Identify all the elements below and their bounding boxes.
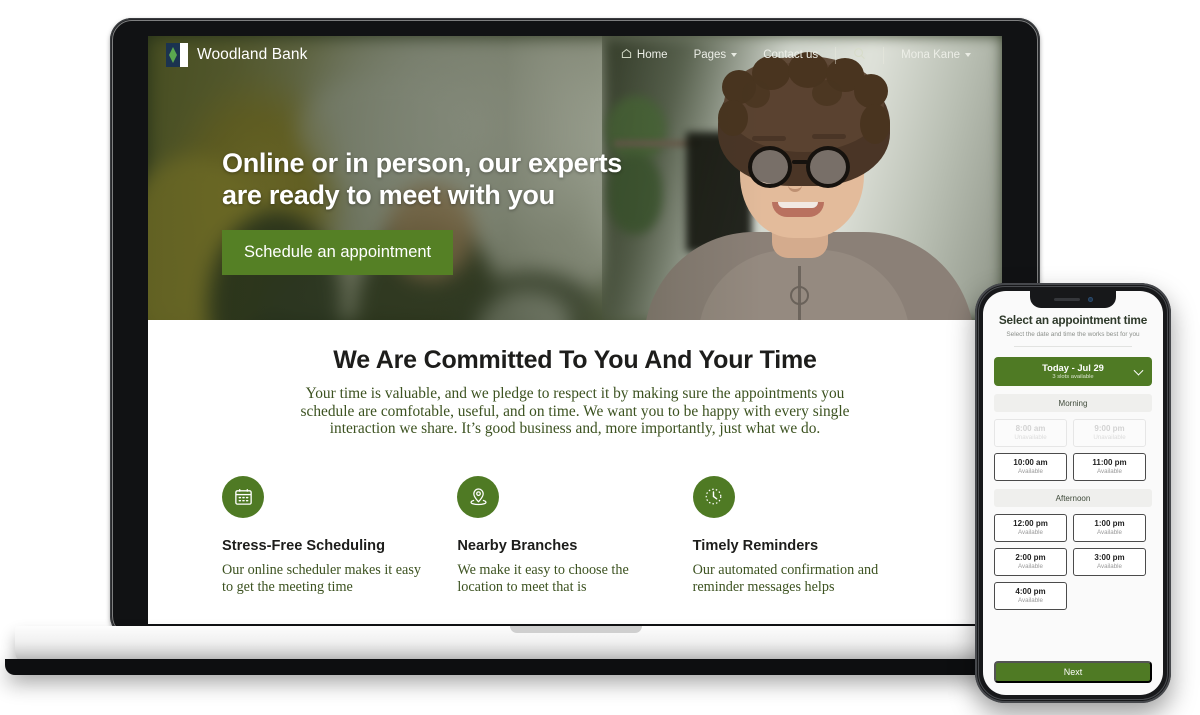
feature-card-reminders: Timely Reminders Our automated confirmat… (692, 475, 928, 597)
camera-icon (1087, 297, 1093, 302)
site-navbar: Woodland Bank Home Pages Contact us Mona… (148, 36, 1002, 74)
date-selector-label: Today - Jul 29 (1042, 362, 1104, 374)
hero-headline-line1: Online or in person, our experts (222, 148, 622, 178)
hero-content: Online or in person, our experts are rea… (222, 148, 622, 276)
search-button[interactable] (840, 47, 879, 63)
page-title: We Are Committed To You And Your Time (333, 346, 817, 374)
nav-item-pages[interactable]: Pages (681, 49, 751, 61)
section-header-afternoon: Afternoon (994, 489, 1152, 507)
slot-time: 8:00 am (1015, 423, 1046, 433)
slot-time: 10:00 am (1013, 457, 1048, 467)
nav-divider (835, 46, 837, 64)
home-icon (621, 48, 632, 62)
time-slot[interactable]: 1:00 pm Available (1073, 514, 1146, 542)
clock-icon (692, 475, 735, 518)
slot-status: Available (1018, 529, 1043, 537)
slot-grid-morning: 8:00 am Unavailable 9:00 pm Unavailable … (994, 419, 1152, 481)
slot-time: 3:00 pm (1094, 552, 1125, 562)
nav-item-contact-us[interactable]: Contact us (750, 49, 831, 61)
hero-headline-line2: are ready to meet with you (222, 179, 555, 210)
hero-headline: Online or in person, our experts are rea… (222, 148, 622, 211)
feature-title: Timely Reminders (692, 537, 819, 554)
feature-title: Stress-Free Scheduling (222, 537, 386, 554)
chevron-down-icon-date (1133, 365, 1144, 376)
time-slot[interactable]: 9:00 pm Unavailable (1073, 419, 1146, 447)
slot-status: Available (1097, 468, 1122, 476)
laptop-screen: Woodland Bank Home Pages Contact us Mona… (148, 36, 1002, 624)
slot-time: 1:00 pm (1094, 518, 1125, 528)
slot-time: 2:00 pm (1015, 552, 1046, 562)
date-selector[interactable]: Today - Jul 29 3 slots available (994, 357, 1152, 386)
search-icon (853, 47, 866, 63)
slot-status: Available (1097, 563, 1122, 571)
nav-item-home-label: Home (636, 49, 668, 61)
slot-time: 4:00 pm (1015, 586, 1046, 596)
feature-text: Our online scheduler makes it easy to ge… (222, 561, 421, 595)
appointment-subtitle: Select the date and time the works best … (1006, 331, 1140, 338)
speaker-icon (1053, 298, 1080, 301)
phone-screen: Select an appointment time Select the da… (983, 291, 1163, 695)
nav-divider-2 (883, 46, 885, 64)
divider (1014, 346, 1132, 347)
time-slot[interactable]: 3:00 pm Available (1073, 548, 1146, 576)
section-header-morning: Morning (994, 394, 1152, 412)
slot-grid-afternoon: 12:00 pm Available 1:00 pm Available 2:0… (994, 514, 1152, 610)
nav-item-home[interactable]: Home (608, 48, 681, 62)
feature-text: Our automated confirmation and reminder … (692, 561, 879, 595)
schedule-appointment-button[interactable]: Schedule an appointment (222, 230, 454, 276)
slot-status: Unavailable (1093, 434, 1126, 442)
nav-links: Home Pages Contact us Mona Kane (608, 46, 984, 64)
feature-title: Nearby Branches (457, 537, 578, 554)
intro-paragraph: Your time is valuable, and we pledge to … (300, 385, 850, 438)
laptop-base (15, 626, 1137, 662)
screenshot-stage: Woodland Bank Home Pages Contact us Mona… (0, 0, 1200, 715)
appointment-picker: Select an appointment time Select the da… (983, 291, 1163, 610)
woodland-bank-logo-icon (166, 43, 188, 67)
time-slot[interactable]: 4:00 pm Available (994, 582, 1067, 610)
feature-card-branches: Nearby Branches We make it easy to choos… (457, 475, 692, 597)
nav-item-pages-label: Pages (693, 49, 727, 61)
time-slot[interactable]: 10:00 am Available (994, 453, 1067, 481)
slot-status: Available (1097, 529, 1122, 537)
slot-status: Unavailable (1014, 434, 1047, 442)
time-slot[interactable]: 8:00 am Unavailable (994, 419, 1067, 447)
laptop-mockup: Woodland Bank Home Pages Contact us Mona… (5, 18, 1147, 675)
main-content: We Are Committed To You And Your Time Yo… (148, 320, 1002, 624)
feature-text: We make it easy to choose the location t… (457, 561, 629, 595)
slot-time: 9:00 pm (1094, 423, 1125, 433)
slot-status: Available (1018, 468, 1043, 476)
appointment-title: Select an appointment time (998, 313, 1148, 327)
slot-time: 12:00 pm (1013, 518, 1048, 528)
slot-status: Available (1018, 597, 1043, 605)
account-menu[interactable]: Mona Kane (888, 49, 984, 61)
slot-status: Available (1018, 563, 1043, 571)
phone-notch (1030, 291, 1116, 308)
time-slot[interactable]: 11:00 pm Available (1073, 453, 1146, 481)
calendar-icon (222, 475, 264, 518)
chevron-down-icon-account (965, 53, 971, 57)
phone-mockup: Select an appointment time Select the da… (975, 283, 1171, 703)
brand[interactable]: Woodland Bank (166, 43, 307, 67)
chevron-down-icon (731, 53, 738, 57)
account-name: Mona Kane (901, 49, 960, 61)
date-selector-sublabel: 3 slots available (1052, 373, 1094, 380)
feature-card-scheduling: Stress-Free Scheduling Our online schedu… (222, 475, 457, 597)
time-slot[interactable]: 12:00 pm Available (994, 514, 1067, 542)
brand-name: Woodland Bank (197, 46, 308, 63)
hero-section: Woodland Bank Home Pages Contact us Mona… (148, 36, 1002, 320)
features-list: Stress-Free Scheduling Our online schedu… (148, 475, 1002, 597)
nav-item-contact-label: Contact us (763, 49, 819, 61)
map-pin-icon (457, 475, 500, 518)
time-slot[interactable]: 2:00 pm Available (994, 548, 1067, 576)
slot-time: 11:00 pm (1092, 457, 1127, 467)
next-button[interactable]: Next (994, 661, 1152, 683)
